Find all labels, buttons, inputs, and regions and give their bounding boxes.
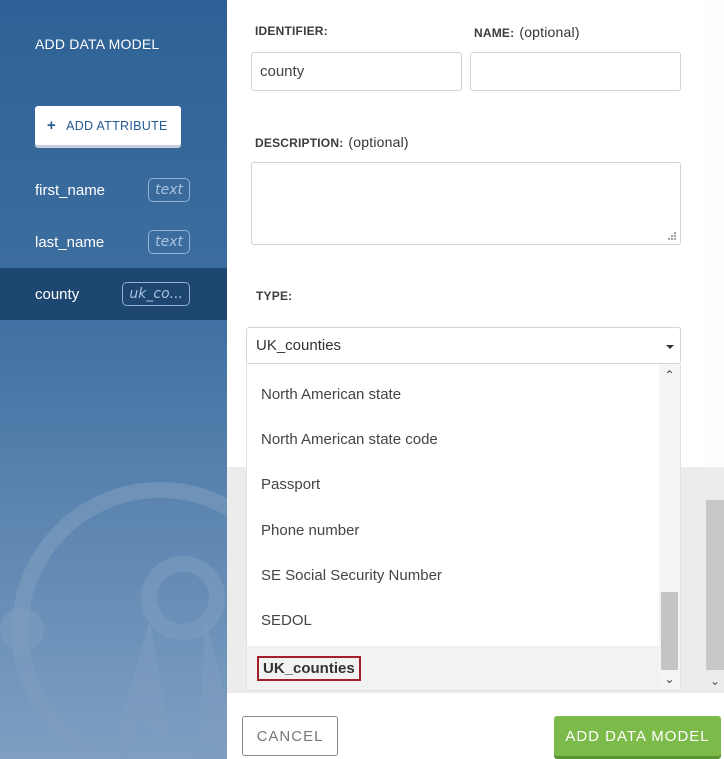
attribute-type-badge: uk_co...: [122, 282, 190, 306]
description-label-text: DESCRIPTION:: [255, 136, 344, 150]
plus-icon: +: [47, 117, 57, 134]
add-data-model-button[interactable]: ADD DATA MODEL: [554, 716, 721, 756]
identifier-input[interactable]: county: [251, 52, 462, 91]
type-selected-value: UK_counties: [256, 337, 342, 354]
type-label: TYPE:: [256, 289, 293, 303]
sidebar: ADD DATA MODEL + ADD ATTRIBUTE first_nam…: [0, 0, 227, 759]
description-textarea[interactable]: [251, 162, 681, 245]
cancel-button[interactable]: CANCEL: [242, 716, 338, 756]
attribute-type-badge: text: [148, 178, 190, 202]
attribute-item-county[interactable]: county uk_co...: [0, 268, 227, 320]
chevron-down-icon[interactable]: ⌄: [706, 672, 724, 690]
identifier-label: IDENTIFIER:: [255, 24, 328, 38]
resize-handle-icon[interactable]: [667, 231, 677, 241]
type-option[interactable]: SEDOL: [247, 598, 661, 643]
description-optional-hint: (optional): [348, 134, 409, 150]
selected-option-label: UK_counties: [257, 656, 361, 681]
name-label-text: NAME:: [474, 26, 515, 40]
badge-ribbon-icon: [0, 482, 227, 759]
type-option[interactable]: SE Social Security Number: [247, 553, 661, 598]
add-attribute-button[interactable]: + ADD ATTRIBUTE: [35, 106, 181, 145]
type-option[interactable]: Passport: [247, 462, 661, 507]
footer-actions: CANCEL ADD DATA MODEL: [227, 693, 724, 759]
type-dropdown-list: North American state North American stat…: [246, 364, 681, 691]
main-form: ⌄ IDENTIFIER: county NAME: (optional) DES…: [227, 0, 724, 759]
chevron-down-icon[interactable]: ⌄: [659, 670, 680, 688]
add-attribute-label: ADD ATTRIBUTE: [66, 118, 168, 133]
attribute-item-first-name[interactable]: first_name text: [0, 164, 227, 216]
name-optional-hint: (optional): [519, 24, 580, 40]
attribute-item-last-name[interactable]: last_name text: [0, 216, 227, 268]
type-option-selected[interactable]: UK_counties: [247, 646, 661, 690]
dropdown-scrollbar-thumb[interactable]: [661, 592, 678, 670]
type-option[interactable]: North American state: [247, 372, 661, 417]
type-select[interactable]: UK_counties: [246, 327, 681, 364]
type-option[interactable]: North American state code: [247, 417, 661, 462]
type-option[interactable]: Phone number: [247, 508, 661, 553]
caret-down-icon: [666, 345, 674, 349]
attribute-name: county: [35, 285, 80, 303]
attribute-name: first_name: [35, 181, 106, 199]
sidebar-title: ADD DATA MODEL: [35, 36, 160, 52]
chevron-up-icon[interactable]: ⌃: [659, 366, 680, 384]
name-input[interactable]: [470, 52, 681, 91]
main-scrollbar-thumb[interactable]: [706, 500, 724, 670]
attribute-name: last_name: [35, 233, 105, 251]
name-label: NAME: (optional): [474, 24, 580, 40]
attribute-type-badge: text: [148, 230, 190, 254]
description-label: DESCRIPTION: (optional): [255, 134, 409, 150]
